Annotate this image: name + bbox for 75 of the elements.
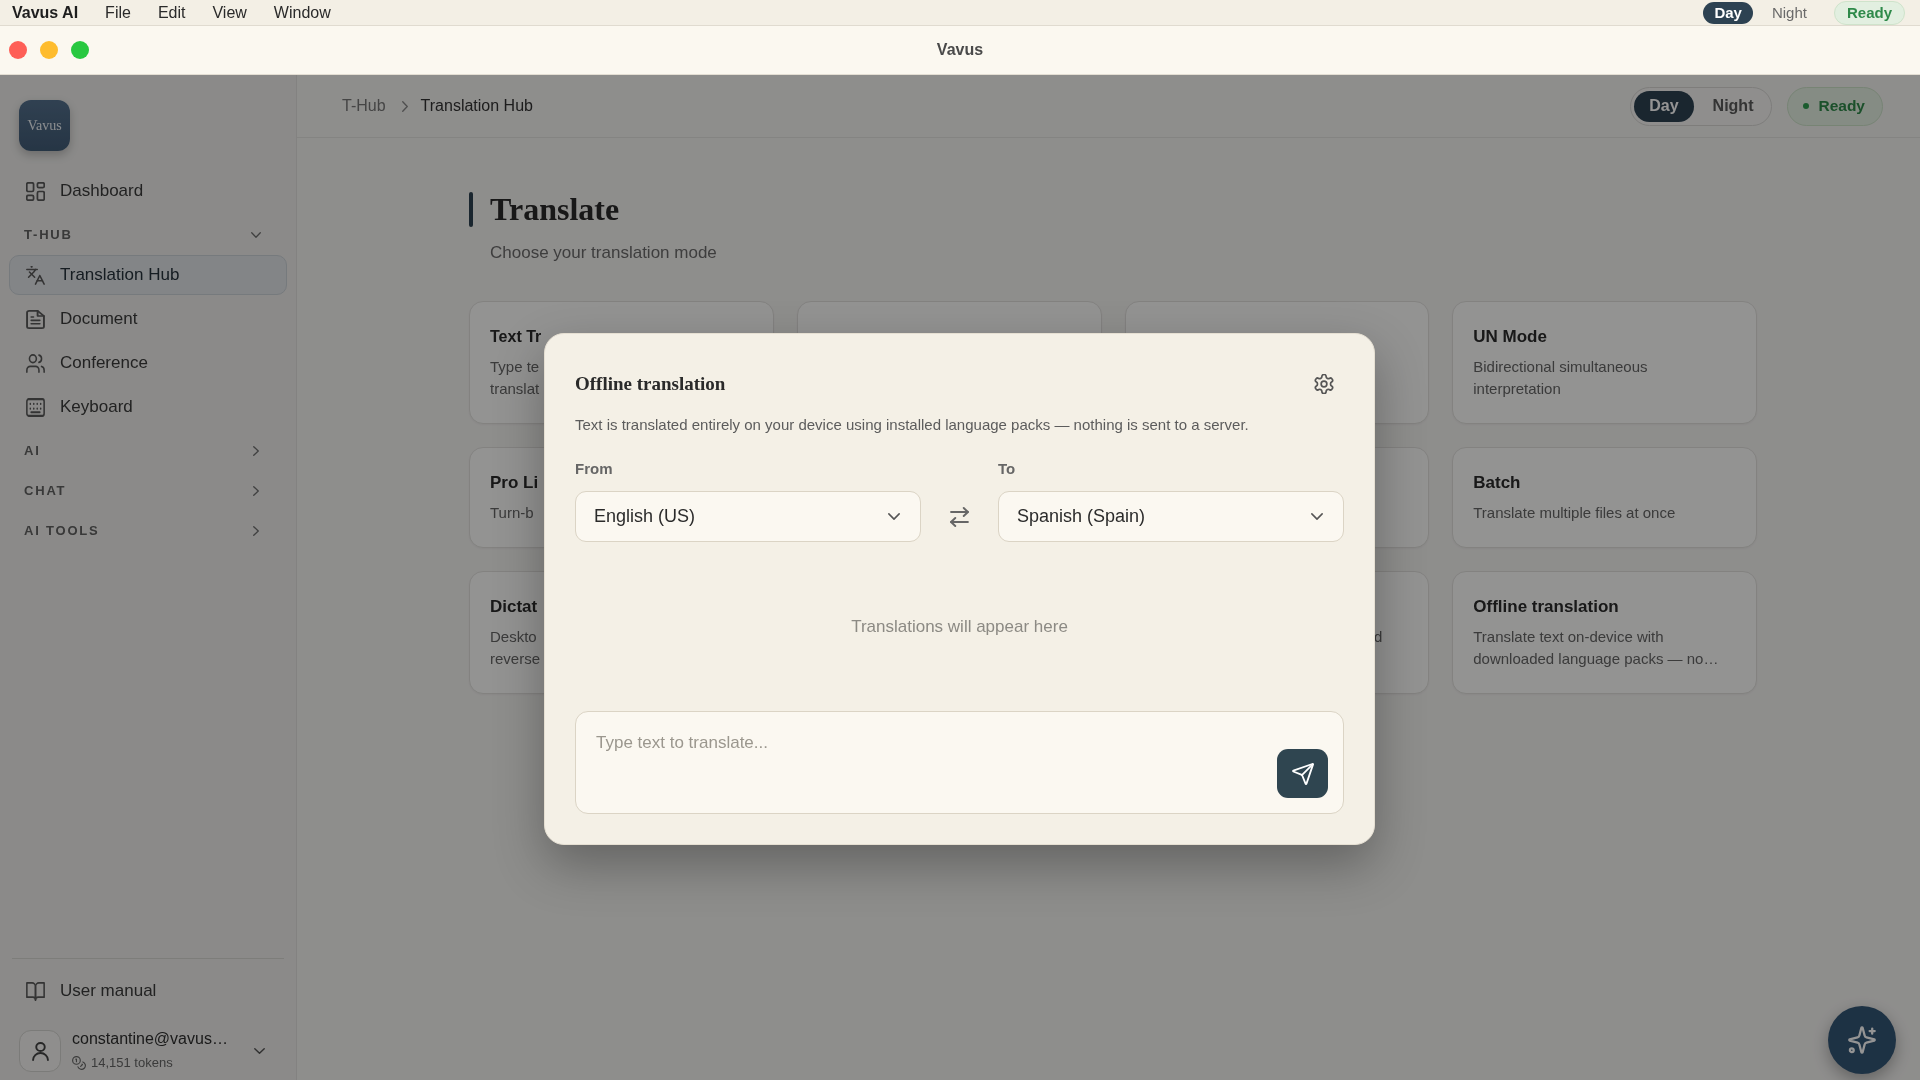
- card-description: Bidirectional simultaneous interpretation: [1473, 357, 1648, 399]
- settings-icon: [1314, 374, 1334, 394]
- status-badge: Ready: [1833, 0, 1905, 25]
- card-title: Pro Li: [490, 472, 539, 494]
- field-label: To: [998, 459, 1016, 479]
- field-label: From: [575, 459, 613, 479]
- chevron-down-icon: [254, 1048, 265, 1054]
- sidebar-item[interactable]: Document: [9, 299, 287, 339]
- page-subtitle: Choose your translation mode: [490, 242, 717, 264]
- app-logo: Vavus: [19, 100, 70, 151]
- card-description: d: [1373, 627, 1383, 647]
- document-icon: [26, 309, 45, 329]
- card-description: Deskto reverse: [490, 627, 541, 669]
- theme-option[interactable]: Night: [1760, 1, 1818, 24]
- sidebar-item[interactable]: Keyboard: [9, 387, 287, 427]
- user-email: constantine@vavus…: [72, 1029, 228, 1050]
- mode-card[interactable]: Offline translation Translate text on-device with downloaded language packs — no…: [1452, 571, 1757, 694]
- chevron-right-icon: [401, 100, 408, 112]
- menu-item[interactable]: View: [212, 0, 247, 25]
- dialog-title: Offline translation: [575, 372, 726, 396]
- theme-option[interactable]: Night: [1697, 90, 1769, 122]
- sidebar-item[interactable]: Translation Hub: [9, 255, 287, 295]
- settings-button[interactable]: [1312, 372, 1336, 396]
- page-title: Translate: [490, 191, 620, 227]
- sidebar-item[interactable]: Dashboard: [9, 171, 287, 211]
- mode-card[interactable]: UN Mode Bidirectional simultaneous interpretation: [1452, 301, 1757, 424]
- send-button[interactable]: [1277, 749, 1328, 798]
- keyboard-icon: [26, 397, 45, 417]
- menu-item[interactable]: File: [105, 0, 131, 25]
- card-description: Type te translat: [490, 357, 540, 399]
- window-title: Vavus: [936, 40, 984, 60]
- breadcrumb-current: Translation Hub: [420, 96, 533, 116]
- card-title: Offline translation: [1473, 596, 1619, 618]
- person-icon: [19, 1030, 61, 1072]
- grid-icon: [26, 181, 45, 201]
- card-title: UN Mode: [1473, 326, 1547, 348]
- accent-bar: [469, 191, 473, 227]
- section-toggle[interactable]: AI TOOLS: [9, 511, 287, 551]
- card-description: Translate multiple files at once: [1473, 503, 1676, 523]
- swap-icon: [950, 506, 969, 527]
- section-toggle[interactable]: AI: [9, 431, 287, 471]
- text-input[interactable]: Type text to translate...: [575, 711, 1344, 814]
- card-description: Turn-b: [490, 503, 534, 523]
- coins-icon: [72, 1056, 86, 1070]
- theme-option[interactable]: Day: [1703, 1, 1753, 24]
- language-select[interactable]: English (US): [575, 491, 921, 542]
- translate-icon: [26, 265, 45, 285]
- send-icon: [1291, 762, 1314, 785]
- theme-option[interactable]: Day: [1634, 90, 1694, 122]
- app-menu[interactable]: Vavus AI: [12, 0, 79, 25]
- empty-state-text: Translations will appear here: [851, 615, 1068, 638]
- language-select[interactable]: Spanish (Spain): [998, 491, 1344, 542]
- token-count: 14,151 tokens: [91, 1054, 173, 1073]
- card-title: Batch: [1473, 472, 1521, 494]
- status-text: Ready: [1818, 96, 1865, 117]
- card-description: Translate text on-device with downloaded language packs — no…: [1473, 627, 1719, 669]
- menu-item[interactable]: Window: [273, 0, 331, 25]
- card-title: Dictat: [490, 596, 538, 618]
- book-icon: [26, 981, 45, 1001]
- close-window-button[interactable]: [9, 41, 27, 59]
- mode-card[interactable]: Batch Translate multiple files at once: [1452, 447, 1757, 548]
- breadcrumb-link[interactable]: T-Hub: [342, 94, 386, 118]
- sparkle-icon: [1848, 1026, 1876, 1054]
- dialog-description: Text is translated entirely on your device using installed language packs — nothing is sent to a server.: [575, 415, 1249, 435]
- chevron-down-icon: [1311, 513, 1323, 520]
- section-toggle[interactable]: T-HUB: [9, 215, 287, 255]
- sidebar-item[interactable]: User manual: [9, 971, 287, 1011]
- card-title: Text Tr: [490, 327, 542, 347]
- assistant-button[interactable]: [1828, 1006, 1896, 1074]
- people-icon: [26, 353, 45, 373]
- sidebar-item[interactable]: Conference: [9, 343, 287, 383]
- status-dot-icon: [1803, 103, 1810, 109]
- menu-item[interactable]: Edit: [157, 0, 186, 25]
- chevron-down-icon: [888, 513, 900, 520]
- section-toggle[interactable]: CHAT: [9, 471, 287, 511]
